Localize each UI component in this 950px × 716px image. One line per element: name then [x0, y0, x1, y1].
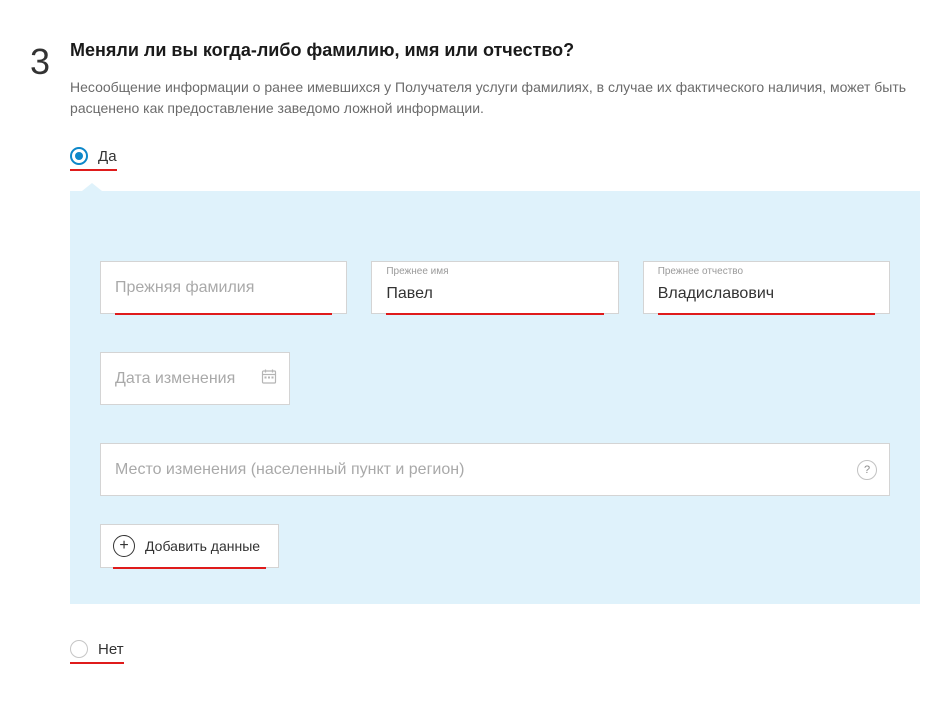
- radio-yes-label: Да: [98, 148, 117, 165]
- error-underline: [115, 313, 332, 315]
- error-underline: [113, 567, 266, 569]
- calendar-icon: [261, 368, 277, 389]
- radio-unselected-icon: [70, 640, 88, 658]
- name-change-panel: Прежняя фамилия Прежнее имя Павел Прежне…: [70, 191, 920, 604]
- error-underline: [658, 313, 875, 315]
- radio-no[interactable]: Нет: [70, 640, 124, 664]
- previous-firstname-field[interactable]: Прежнее имя Павел: [371, 261, 618, 314]
- plus-icon: +: [113, 535, 135, 557]
- previous-firstname-value: Павел: [386, 285, 432, 303]
- add-data-label: Добавить данные: [145, 538, 260, 554]
- previous-patronymic-field[interactable]: Прежнее отчество Владиславович: [643, 261, 890, 314]
- help-icon[interactable]: ?: [857, 460, 877, 480]
- previous-patronymic-value: Владиславович: [658, 285, 774, 303]
- previous-firstname-label: Прежнее имя: [386, 266, 448, 277]
- previous-surname-field[interactable]: Прежняя фамилия: [100, 261, 347, 314]
- question-title: Меняли ли вы когда-либо фамилию, имя или…: [70, 40, 920, 61]
- previous-patronymic-label: Прежнее отчество: [658, 266, 743, 277]
- change-date-placeholder: Дата изменения: [115, 370, 235, 388]
- error-underline: [386, 313, 603, 315]
- add-data-button[interactable]: + Добавить данные: [100, 524, 279, 568]
- step-number: 3: [30, 44, 50, 80]
- radio-selected-icon: [70, 147, 88, 165]
- change-place-placeholder: Место изменения (населенный пункт и реги…: [115, 461, 464, 479]
- radio-no-label: Нет: [98, 641, 124, 658]
- radio-yes[interactable]: Да: [70, 147, 117, 171]
- previous-surname-placeholder: Прежняя фамилия: [115, 279, 254, 297]
- change-place-field[interactable]: Место изменения (населенный пункт и реги…: [100, 443, 890, 496]
- question-description: Несообщение информации о ранее имевшихся…: [70, 77, 920, 119]
- change-date-field[interactable]: Дата изменения: [100, 352, 290, 405]
